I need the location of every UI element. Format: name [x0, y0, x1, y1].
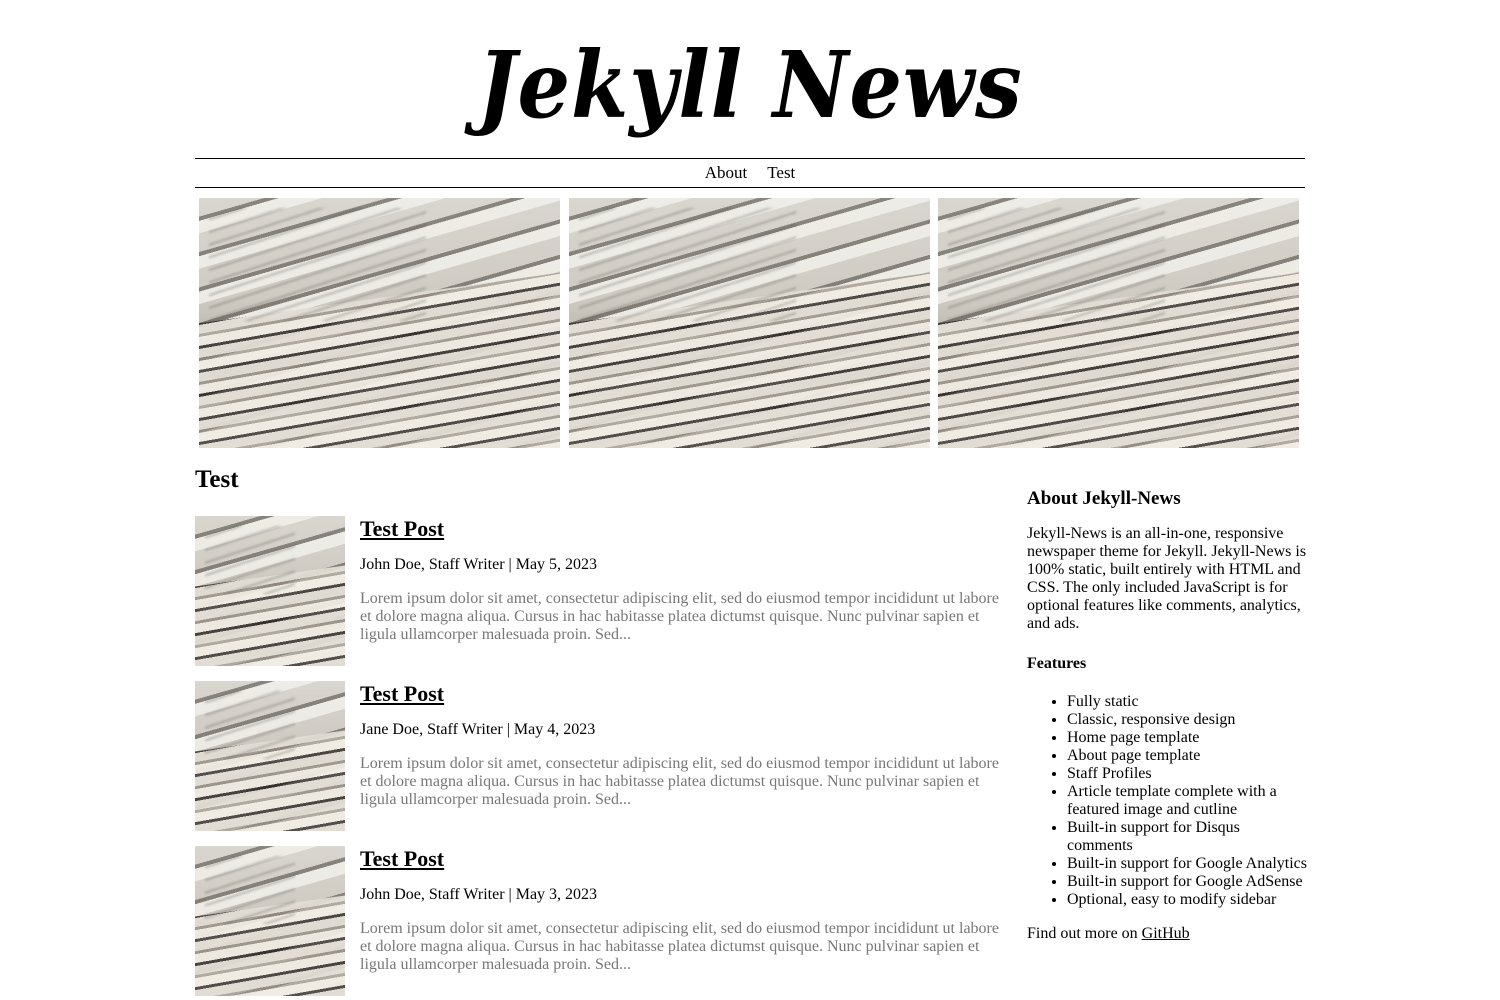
nav-top-rule	[195, 158, 1305, 159]
github-link[interactable]: GitHub	[1142, 925, 1190, 942]
section-title: Test	[195, 466, 239, 493]
feature-item: Optional, easy to modify sidebar	[1067, 891, 1307, 909]
post-excerpt: Lorem ipsum dolor sit amet, consectetur …	[360, 755, 999, 808]
post-item: Test Post John Doe, Staff Writer | May 5…	[195, 516, 1005, 666]
newspaper-photo	[195, 681, 345, 831]
post-item: Test Post John Doe, Staff Writer | May 3…	[195, 846, 1005, 996]
newspaper-photo	[569, 198, 930, 448]
features-list: Fully static Classic, responsive design …	[1027, 693, 1307, 909]
feature-item: Built-in support for Disqus comments	[1067, 819, 1307, 855]
features-heading: Features	[1027, 655, 1087, 672]
main-nav: About Test	[195, 160, 1305, 186]
post-excerpt: Lorem ipsum dolor sit amet, consectetur …	[360, 590, 999, 643]
sidebar: About Jekyll-News Jekyll-News is an all-…	[1027, 488, 1307, 943]
feature-item: About page template	[1067, 747, 1307, 765]
nav-item-about[interactable]: About	[705, 163, 748, 183]
post-title-link[interactable]: Test Post	[360, 846, 444, 872]
nav-bottom-rule	[195, 187, 1305, 188]
post-title-link[interactable]: Test Post	[360, 681, 444, 707]
post-excerpt: Lorem ipsum dolor sit amet, consectetur …	[360, 920, 999, 973]
feature-item: Staff Profiles	[1067, 765, 1307, 783]
newspaper-photo	[195, 846, 345, 996]
post-byline: John Doe, Staff Writer | May 3, 2023	[360, 886, 598, 903]
hero-image-1[interactable]	[199, 198, 560, 448]
feature-item: Home page template	[1067, 729, 1307, 747]
feature-item: Built-in support for Google AdSense	[1067, 873, 1307, 891]
hero-image-3[interactable]	[938, 198, 1299, 448]
feature-item: Classic, responsive design	[1067, 711, 1307, 729]
newspaper-photo	[199, 198, 560, 448]
post-item: Test Post Jane Doe, Staff Writer | May 4…	[195, 681, 1005, 831]
post-thumbnail[interactable]	[195, 681, 345, 831]
sidebar-footer: Find out more on GitHub	[1027, 925, 1307, 943]
post-byline: Jane Doe, Staff Writer | May 4, 2023	[360, 721, 596, 738]
newspaper-photo	[938, 198, 1299, 448]
sidebar-heading: About Jekyll-News	[1027, 488, 1181, 509]
hero-image-2[interactable]	[569, 198, 930, 448]
post-title-link[interactable]: Test Post	[360, 516, 444, 542]
feature-item: Fully static	[1067, 693, 1307, 711]
sidebar-footer-text: Find out more on	[1027, 925, 1138, 942]
sidebar-intro: Jekyll-News is an all-in-one, responsive…	[1027, 525, 1307, 632]
post-thumbnail[interactable]	[195, 846, 345, 996]
feature-item: Article template complete with a feature…	[1067, 783, 1307, 819]
post-thumbnail[interactable]	[195, 516, 345, 666]
nav-item-test[interactable]: Test	[767, 163, 795, 183]
post-byline: John Doe, Staff Writer | May 5, 2023	[360, 556, 598, 573]
feature-item: Built-in support for Google Analytics	[1067, 855, 1307, 873]
site-title[interactable]: Jekyll News	[75, 30, 1425, 140]
newspaper-photo	[195, 516, 345, 666]
